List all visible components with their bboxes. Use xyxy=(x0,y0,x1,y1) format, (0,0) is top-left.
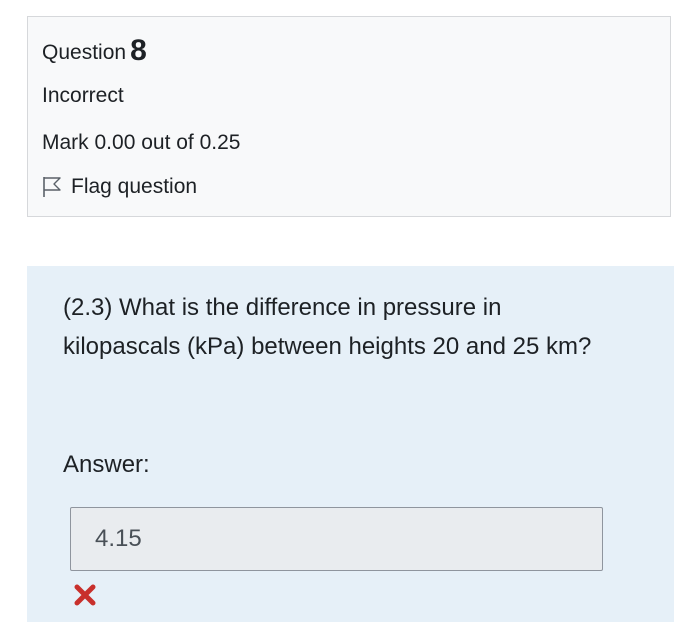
question-number: 8 xyxy=(130,34,147,67)
question-text: (2.3) What is the difference in pressure… xyxy=(63,294,592,360)
answer-label: Answer: xyxy=(63,451,150,478)
question-grade: Mark 0.00 out of 0.25 xyxy=(42,131,241,154)
question-info-panel: Question 8 Incorrect Mark 0.00 out of 0.2… xyxy=(27,16,671,217)
question-state: Incorrect xyxy=(42,84,124,107)
answer-input[interactable] xyxy=(70,507,603,571)
flag-question-label: Flag question xyxy=(71,175,198,198)
flag-question-link[interactable]: Flag question xyxy=(42,175,197,199)
incorrect-cross-icon xyxy=(74,584,96,606)
flag-icon xyxy=(42,176,62,198)
question-content-panel: (2.3) What is the difference in pressure… xyxy=(27,266,674,622)
question-heading: Question 8 xyxy=(42,33,147,67)
question-label: Question xyxy=(42,41,127,64)
